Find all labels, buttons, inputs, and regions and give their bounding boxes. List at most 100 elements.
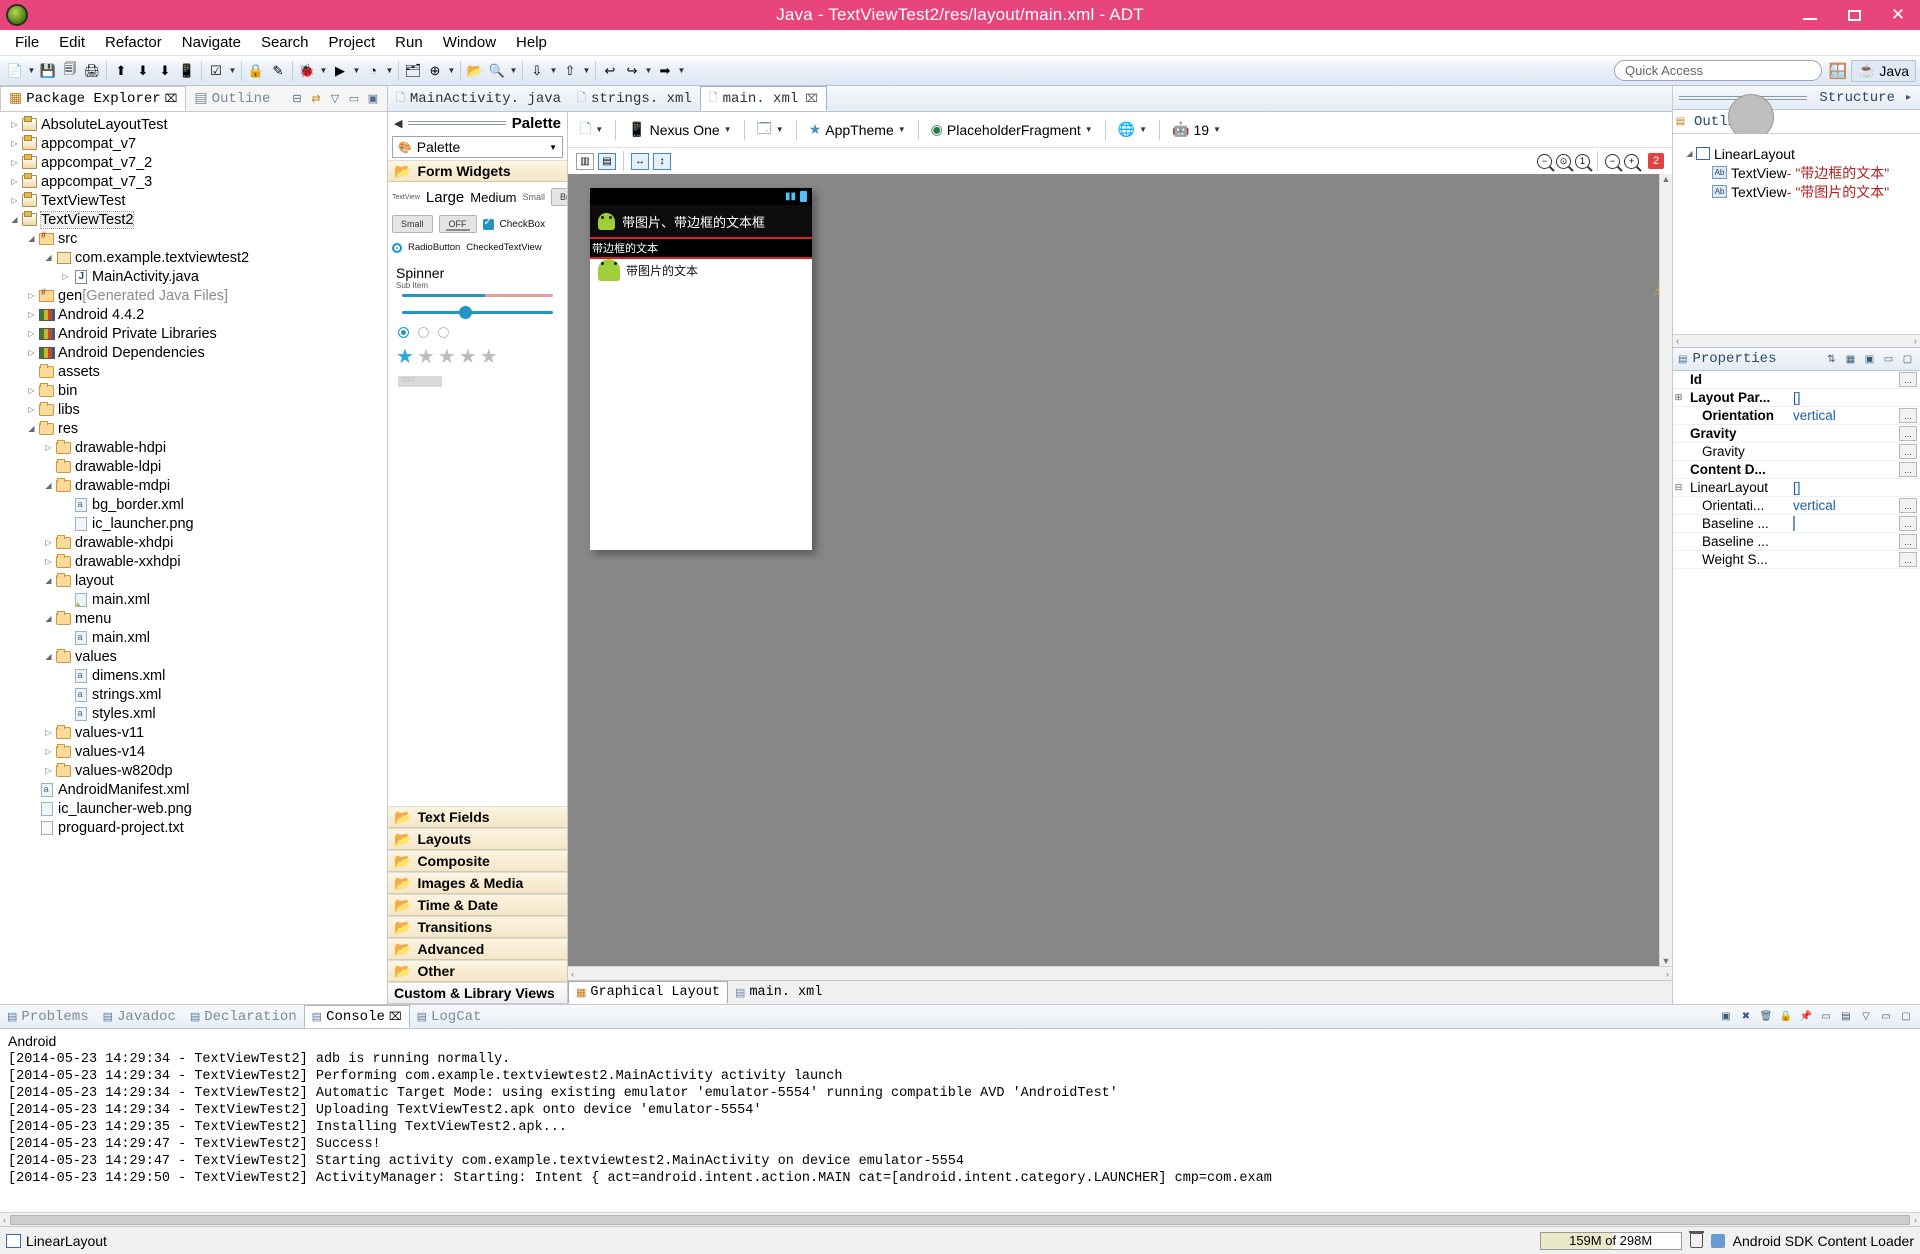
widget-ratingbar-star-4[interactable]: ★ bbox=[459, 347, 477, 367]
palette-group[interactable]: 📂 Layouts bbox=[388, 828, 567, 850]
twisty-expanded-icon[interactable]: ◢ bbox=[42, 481, 55, 490]
console-tab[interactable]: ▤ Problems bbox=[0, 1005, 96, 1028]
twisty-expanded-icon[interactable]: ◢ bbox=[1683, 149, 1696, 158]
color-swatch[interactable] bbox=[1793, 516, 1795, 531]
tab-package-explorer[interactable]: ▦ Package Explorer ⌧ bbox=[0, 86, 187, 111]
zoom-normal-icon[interactable]: ⊙ bbox=[1556, 153, 1571, 169]
zoom-out-icon[interactable]: − bbox=[1605, 153, 1620, 169]
tree-item[interactable]: ▷ drawable-hdpi bbox=[0, 438, 387, 457]
tree-item[interactable]: ▷ bin bbox=[0, 381, 387, 400]
menu-window[interactable]: Window bbox=[434, 31, 505, 54]
twisty-expanded-icon[interactable]: ◢ bbox=[42, 652, 55, 661]
avd-manager-icon[interactable]: 📱 bbox=[176, 60, 198, 82]
palette-group[interactable]: 📂 Images & Media bbox=[388, 872, 567, 894]
android-sdk-manager-icon[interactable]: ⬇ bbox=[154, 60, 176, 82]
scroll-down-icon[interactable]: ▼ bbox=[1662, 956, 1671, 966]
palette-group[interactable]: 📂 Text Fields bbox=[388, 806, 567, 828]
twisty-collapsed-icon[interactable]: ▷ bbox=[42, 538, 55, 547]
tree-item[interactable]: ◢ src bbox=[0, 229, 387, 248]
next-annotation-icon[interactable]: ⇩ bbox=[526, 60, 548, 82]
forward-dropdown-icon[interactable]: ▼ bbox=[676, 60, 687, 82]
property-value[interactable]: vertical bbox=[1789, 408, 1899, 423]
property-edit-button[interactable]: ... bbox=[1899, 408, 1917, 423]
menu-file[interactable]: File bbox=[6, 31, 48, 54]
tree-item[interactable]: ▷ AbsoluteLayoutTest bbox=[0, 115, 387, 134]
search-icon[interactable]: 🔍 bbox=[486, 60, 508, 82]
widget-ratingbar-star-2[interactable]: ★ bbox=[417, 347, 435, 367]
palette-group[interactable]: 📂 Transitions bbox=[388, 916, 567, 938]
link-with-editor-icon[interactable]: ⇄ bbox=[308, 91, 324, 107]
show-advanced-icon[interactable]: ▦ bbox=[1843, 352, 1858, 367]
property-row[interactable]: Gravity... bbox=[1673, 425, 1920, 443]
package-explorer-tree[interactable]: ▷ AbsoluteLayoutTest ▷ appcompat_v7 ▷ appcomp… bbox=[0, 112, 387, 1004]
debug-icon[interactable]: 🐞 bbox=[296, 60, 318, 82]
console-tab[interactable]: ▤ Declaration bbox=[183, 1005, 304, 1028]
open-perspective-icon[interactable]: 🪟 bbox=[1828, 60, 1848, 82]
twisty-collapsed-icon[interactable]: ▷ bbox=[42, 728, 55, 737]
tab-outline[interactable]: ▤ Outline bbox=[186, 86, 278, 111]
new-dropdown-icon[interactable]: ▼ bbox=[26, 60, 37, 82]
tree-item[interactable]: strings.xml bbox=[0, 685, 387, 704]
editor-tab[interactable]: 🗋 strings. xml bbox=[569, 86, 700, 111]
widget-progressbar[interactable] bbox=[402, 294, 553, 297]
tree-item[interactable]: ◢ layout bbox=[0, 571, 387, 590]
console-output[interactable]: [2014-05-23 14:29:34 - TextViewTest2] ad… bbox=[0, 1051, 1920, 1212]
config-device-button[interactable]: 📱 Nexus One ▼ bbox=[624, 117, 735, 143]
widget-switch[interactable] bbox=[398, 376, 442, 387]
widget-radiogroup-dot-1[interactable] bbox=[398, 327, 409, 338]
show-outline-icon[interactable]: ▥ bbox=[576, 152, 594, 170]
console-tab[interactable]: ▤ Console ⌧ bbox=[303, 1005, 410, 1028]
next-annotation-dropdown-icon[interactable]: ▼ bbox=[548, 60, 559, 82]
editor-tab[interactable]: 🗋 main. xml ⌧ bbox=[699, 86, 827, 111]
import-icon[interactable]: ⬇ bbox=[132, 60, 154, 82]
widget-ratingbar-star-5[interactable]: ★ bbox=[480, 347, 498, 367]
property-expander-icon[interactable]: ⊞ bbox=[1673, 392, 1684, 403]
tree-item[interactable]: ic_launcher.png bbox=[0, 514, 387, 533]
tree-item[interactable]: ic_launcher-web.png bbox=[0, 799, 387, 818]
structure-hscrollbar[interactable]: ‹ › bbox=[1673, 334, 1920, 347]
scroll-left-icon[interactable]: ‹ bbox=[3, 1215, 6, 1225]
open-type-icon[interactable]: 📂 bbox=[464, 60, 486, 82]
property-edit-button[interactable]: ... bbox=[1899, 426, 1917, 441]
scroll-right-icon[interactable]: › bbox=[1914, 336, 1917, 346]
tree-item[interactable]: ▷ Android 4.4.2 bbox=[0, 305, 387, 324]
new-android-activity-icon[interactable]: ⊕ bbox=[424, 60, 446, 82]
widget-small-button[interactable]: Small bbox=[392, 215, 433, 233]
minimize-console-icon[interactable]: ▭ bbox=[1878, 1009, 1894, 1025]
sort-alpha-icon[interactable]: ⇅ bbox=[1824, 352, 1839, 367]
palette-back-icon[interactable]: ◀ bbox=[394, 117, 402, 130]
property-row[interactable]: Gravity... bbox=[1673, 443, 1920, 461]
twisty-expanded-icon[interactable]: ◢ bbox=[8, 215, 21, 224]
widget-radiogroup-dot-2[interactable] bbox=[418, 327, 429, 338]
property-row[interactable]: ⊟ LinearLayout [] bbox=[1673, 479, 1920, 497]
twisty-collapsed-icon[interactable]: ▷ bbox=[8, 177, 21, 186]
widget-small-text[interactable]: Small bbox=[523, 192, 546, 202]
twisty-expanded-icon[interactable]: ◢ bbox=[25, 424, 38, 433]
preview-bordered-textview[interactable]: 带边框的文本 bbox=[590, 237, 812, 259]
property-edit-button[interactable]: ... bbox=[1899, 552, 1917, 567]
tree-item[interactable]: ▷ appcompat_v7 bbox=[0, 134, 387, 153]
close-icon[interactable]: ⌧ bbox=[805, 92, 818, 106]
palette-group[interactable]: 📂 Other bbox=[388, 960, 567, 982]
twisty-collapsed-icon[interactable]: ▷ bbox=[8, 158, 21, 167]
canvas-vertical-scrollbar[interactable]: ▲ ▼ bbox=[1659, 174, 1672, 966]
widget-checkbox[interactable]: CheckBox bbox=[500, 219, 546, 230]
property-value[interactable]: [] bbox=[1789, 390, 1920, 405]
properties-table[interactable]: Id... ⊞ Layout Par... [] Orientation vertical… bbox=[1673, 371, 1920, 1004]
tree-item[interactable]: ◢ drawable-mdpi bbox=[0, 476, 387, 495]
palette-group[interactable]: 📂 Composite bbox=[388, 850, 567, 872]
property-row[interactable]: Baseline ...... bbox=[1673, 515, 1920, 533]
twisty-collapsed-icon[interactable]: ▷ bbox=[42, 766, 55, 775]
save-all-icon[interactable]: 🗐 bbox=[59, 60, 81, 82]
tree-item[interactable]: ▷ Android Dependencies bbox=[0, 343, 387, 362]
menu-project[interactable]: Project bbox=[319, 31, 384, 54]
display-console-icon[interactable]: ▭ bbox=[1818, 1009, 1834, 1025]
structure-tree[interactable]: ◢ LinearLayout Ab TextView - "带边框的文本" Ab Text… bbox=[1673, 134, 1920, 334]
property-value[interactable] bbox=[1789, 516, 1899, 531]
properties-menu-icon[interactable]: ▭ bbox=[1881, 352, 1896, 367]
twisty-collapsed-icon[interactable]: ▷ bbox=[42, 747, 55, 756]
tree-item[interactable]: ▷ MainActivity.java bbox=[0, 267, 387, 286]
quick-access-input[interactable]: Quick Access bbox=[1613, 60, 1822, 81]
widget-large-text[interactable]: Large bbox=[426, 189, 464, 206]
check-dropdown-icon[interactable]: ▼ bbox=[227, 60, 238, 82]
